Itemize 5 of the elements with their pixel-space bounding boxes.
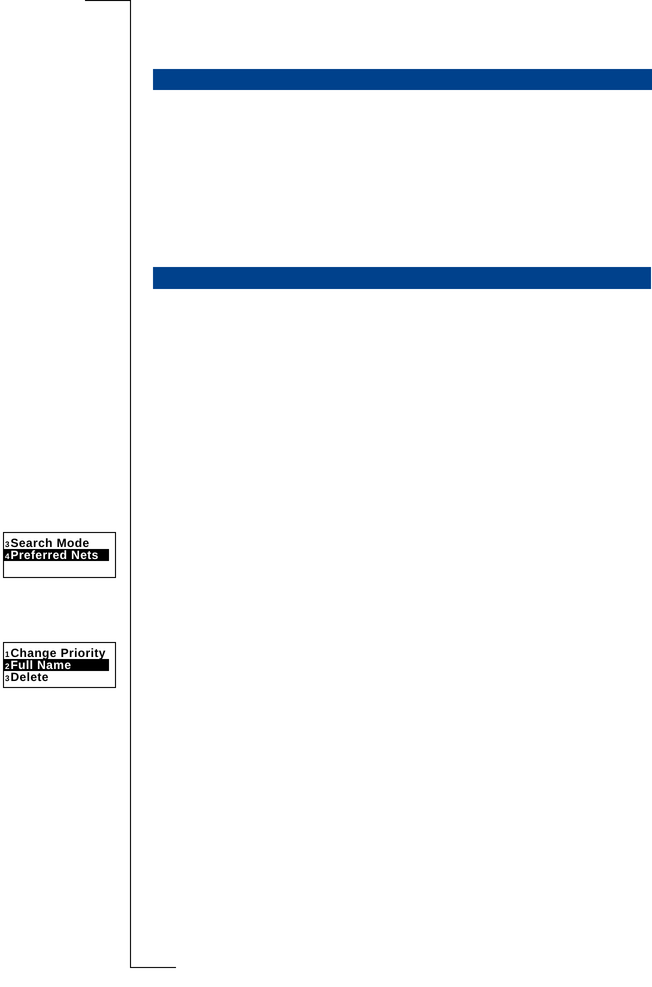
menu-item[interactable]: 3Search Mode [4, 537, 109, 549]
menu-item[interactable]: 2Full Name [4, 659, 109, 671]
menu-item[interactable]: 1Change Priority [4, 647, 109, 659]
menu-item[interactable]: 4Preferred Nets [4, 549, 109, 561]
menu-item[interactable]: 3Delete [4, 671, 109, 683]
